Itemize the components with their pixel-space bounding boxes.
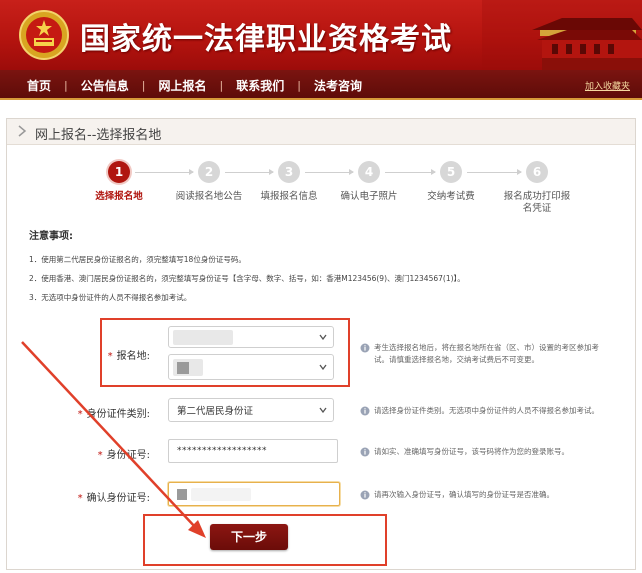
national-emblem-icon (19, 10, 69, 60)
step-connector (135, 169, 194, 175)
step-5-label: 交纳考试费 (427, 191, 475, 202)
id-type-hint: 请选择身份证件类别。无选项中身份证件的人员不得报名参加考试。 (360, 405, 620, 417)
nav-announcements[interactable]: 公告信息 (68, 77, 142, 94)
step-connector (225, 169, 274, 175)
id-confirm-input[interactable] (168, 482, 340, 506)
step-2-circle: 2 (198, 161, 220, 183)
id-number-label: * 身份证号: (97, 450, 150, 461)
id-confirm-label: * 确认身份证号: (77, 493, 150, 504)
step-3-circle: 3 (278, 161, 300, 183)
nav-contact-us[interactable]: 联系我们 (223, 77, 297, 94)
step-5-circle: 5 (440, 161, 462, 183)
step-1-label: 选择报名地 (95, 191, 143, 202)
note-item: 2．使用香港、澳门居民身份证报名的，须完整填写身份证号【含字母、数字、括号，如：… (29, 274, 465, 283)
step-2-label: 阅读报名地公告 (175, 191, 243, 202)
info-icon (360, 343, 370, 353)
step-connector (385, 169, 436, 175)
chevron-down-icon (319, 407, 327, 413)
redacted-value (191, 488, 251, 501)
nav-online-registration[interactable]: 网上报名 (145, 77, 219, 94)
info-icon (360, 490, 370, 500)
site-banner: 国家统一法律职业资格考试 (0, 0, 642, 70)
step-1-circle: 1 (108, 161, 130, 183)
tiananmen-illustration (482, 0, 642, 70)
nav-home[interactable]: 首页 (14, 77, 64, 94)
step-6-label: 报名成功打印报名凭证 (503, 191, 571, 214)
id-confirm-hint: 请再次输入身份证号，确认填写的身份证号是否准确。 (360, 489, 620, 501)
panel-header: 网上报名--选择报名地 (7, 119, 635, 145)
location-hint: 考生选择报名地后，将在报名地所在省（区、市）设置的考区参加考试。请慎重选择报名地… (360, 342, 612, 366)
redacted-value (177, 489, 187, 500)
site-title: 国家统一法律职业资格考试 (80, 22, 452, 57)
step-connector (467, 169, 522, 175)
annotation-highlight-box (100, 318, 350, 387)
info-icon (360, 447, 370, 457)
chevron-right-icon (18, 125, 27, 137)
notes-title: 注意事项: (29, 231, 73, 242)
next-step-button[interactable]: 下一步 (210, 524, 288, 550)
id-type-select[interactable]: 第二代居民身份证 (168, 398, 334, 422)
note-item: 1．使用第二代居民身份证报名的，须完整填写18位身份证号码。 (29, 255, 246, 264)
id-number-hint: 请如实、准确填写身份证号，该号码将作为您的登录账号。 (360, 446, 620, 458)
progress-steps: 1 2 3 4 5 6 选择报名地 阅读报名地公告 填报报名信息 确认电子照片 … (7, 159, 635, 219)
nav-exam-consult[interactable]: 法考咨询 (301, 77, 375, 94)
note-item: 3．无选项中身份证件的人员不得报名参加考试。 (29, 293, 192, 302)
step-connector (305, 169, 354, 175)
panel-title: 网上报名--选择报名地 (35, 128, 162, 143)
main-nav: 首页 | 公告信息 | 网上报名 | 联系我们 | 法考咨询 加入收藏夹 (0, 70, 642, 100)
id-type-label: * 身份证件类别: (77, 409, 150, 420)
info-icon (360, 406, 370, 416)
add-favorite-link[interactable]: 加入收藏夹 (585, 79, 630, 92)
step-4-circle: 4 (358, 161, 380, 183)
step-4-label: 确认电子照片 (340, 191, 398, 202)
step-6-circle: 6 (526, 161, 548, 183)
notes-section: 注意事项: 1．使用第二代居民身份证报名的，须完整填写18位身份证号码。 2．使… (29, 227, 629, 311)
id-number-input[interactable]: ****************** (168, 439, 338, 463)
step-3-label: 填报报名信息 (260, 191, 318, 202)
